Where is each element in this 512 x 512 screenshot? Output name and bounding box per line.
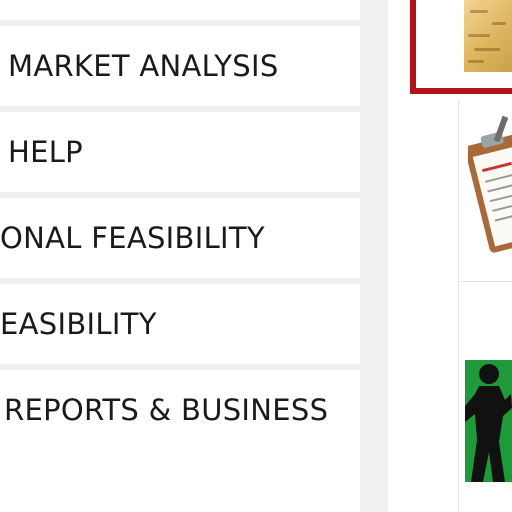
menu-item-market-analysis[interactable]: MARKET ANALYSIS <box>0 26 360 106</box>
clipboard-graphic <box>468 115 512 253</box>
selected-thumbnail-frame <box>410 0 512 94</box>
menu-item-top-partial[interactable] <box>0 0 360 20</box>
page: MARKET ANALYSIS HELP ONAL FEASIBILITY EA… <box>0 0 512 512</box>
silhouette-graphic <box>465 364 512 482</box>
thumbnail-divider-horizontal <box>458 281 512 282</box>
menu-item-help[interactable]: HELP <box>0 112 360 192</box>
silhouette-figure-icon[interactable] <box>465 360 512 482</box>
thumbnail-divider-vertical <box>458 100 459 512</box>
menu-item-label: HELP <box>8 135 83 169</box>
category-menu: MARKET ANALYSIS HELP ONAL FEASIBILITY EA… <box>0 0 388 512</box>
menu-item-feasibility[interactable]: EASIBILITY <box>0 284 360 364</box>
menu-item-operational-feasibility[interactable]: ONAL FEASIBILITY <box>0 198 360 278</box>
menu-item-label: REPORTS & BUSINESS <box>4 393 329 427</box>
menu-item-reports-and-business[interactable]: REPORTS & BUSINESS <box>0 370 360 512</box>
clipboard-icon[interactable] <box>468 112 512 262</box>
menu-item-label: MARKET ANALYSIS <box>8 49 279 83</box>
menu-item-label: EASIBILITY <box>0 307 157 341</box>
menu-item-label: ONAL FEASIBILITY <box>0 221 265 255</box>
